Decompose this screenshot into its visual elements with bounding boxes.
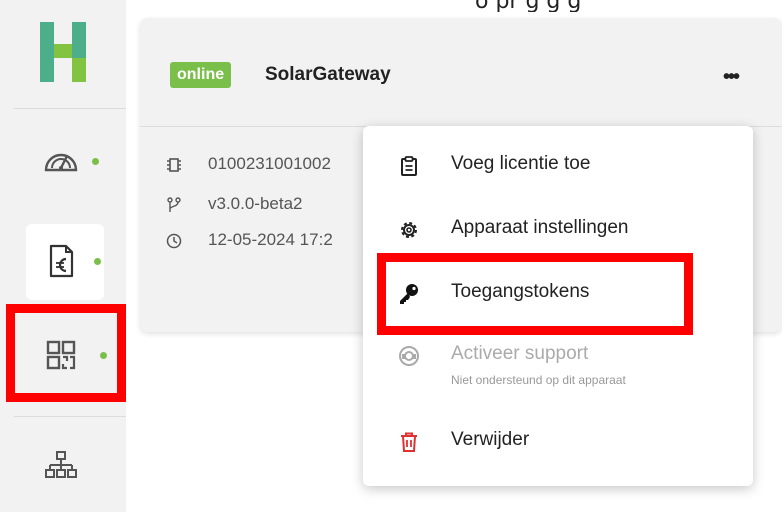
menu-item-delete[interactable]: Verwijder xyxy=(363,417,753,467)
invoice-euro-icon xyxy=(49,244,74,278)
sidebar-item-invoices[interactable] xyxy=(0,228,126,298)
menu-item-label: Apparaat instellingen xyxy=(451,217,629,238)
highlight-box-access-tokens xyxy=(377,253,693,335)
menu-item-label: Verwijder xyxy=(451,429,530,450)
status-badge: online xyxy=(170,62,232,88)
device-name: SolarGateway xyxy=(265,64,391,85)
cropped-header-label: o pr g g g xyxy=(475,0,581,12)
menu-item-add-license[interactable]: Voeg licentie toe xyxy=(363,141,753,191)
branch-icon xyxy=(167,197,181,212)
gear-icon xyxy=(401,222,417,238)
cropped-header-text: o pr g g g xyxy=(140,0,782,12)
trash-icon xyxy=(401,432,417,452)
headset-icon xyxy=(399,346,419,366)
dashboard-gauge-icon xyxy=(44,153,78,172)
serial-number: 0100231001002 xyxy=(208,154,331,173)
h-logo-icon xyxy=(40,22,86,82)
clipboard-icon xyxy=(401,156,417,176)
network-hierarchy-icon xyxy=(45,451,77,478)
status-dot-online xyxy=(94,258,101,265)
menu-item-device-settings[interactable]: Apparaat instellingen xyxy=(363,205,753,255)
chip-icon xyxy=(167,158,181,172)
sidebar-item-dashboard[interactable] xyxy=(0,128,126,198)
highlight-box-qr xyxy=(6,304,126,402)
clock-icon xyxy=(166,233,182,249)
menu-item-label: Activeer support xyxy=(451,343,589,364)
sidebar-divider xyxy=(14,416,126,417)
more-options-button[interactable]: ••• xyxy=(723,66,740,89)
menu-item-sublabel: Niet ondersteund op dit apparaat xyxy=(451,373,626,387)
sidebar xyxy=(0,0,126,512)
sidebar-item-network[interactable] xyxy=(0,434,126,504)
last-seen-timestamp: 12-05-2024 17:2 xyxy=(208,230,333,249)
sidebar-divider xyxy=(14,108,126,109)
menu-item-label: Voeg licentie toe xyxy=(451,153,591,174)
status-dot-online xyxy=(92,158,99,165)
firmware-version: v3.0.0-beta2 xyxy=(208,194,303,213)
menu-item-activate-support: Activeer support Niet ondersteund op dit… xyxy=(363,331,753,387)
